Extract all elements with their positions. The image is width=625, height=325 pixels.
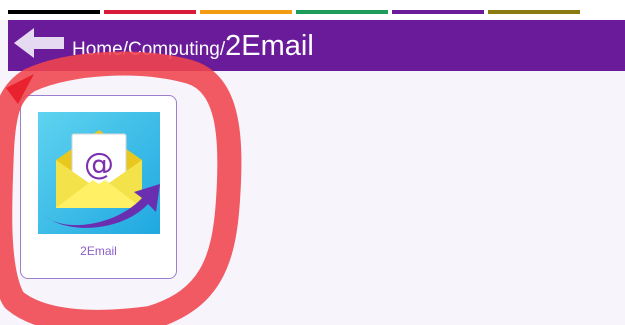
page: Home / Computing / 2Email @ 2Email bbox=[0, 0, 625, 325]
page-title: 2Email bbox=[225, 30, 314, 62]
svg-text:@: @ bbox=[84, 147, 114, 182]
strip-segment-green bbox=[296, 10, 388, 14]
breadcrumb-computing[interactable]: Computing bbox=[128, 39, 220, 61]
strip-segment-orange bbox=[200, 10, 292, 14]
app-tile-2email[interactable]: @ 2Email bbox=[20, 95, 177, 279]
email-envelope-icon: @ bbox=[38, 112, 160, 234]
color-strip bbox=[0, 0, 625, 20]
back-button[interactable] bbox=[8, 20, 70, 71]
header-bar: Home / Computing / 2Email bbox=[8, 20, 625, 71]
main-content: @ 2Email bbox=[8, 71, 625, 325]
breadcrumb: Home / Computing / 2Email bbox=[72, 30, 314, 63]
app-tile-label: 2Email bbox=[80, 244, 117, 258]
arrow-left-icon bbox=[12, 25, 66, 66]
strip-segment-olive bbox=[488, 10, 580, 14]
strip-segment-red bbox=[104, 10, 196, 14]
strip-segment-purple bbox=[392, 10, 484, 14]
breadcrumb-home[interactable]: Home bbox=[72, 39, 123, 61]
strip-segment-black bbox=[8, 10, 100, 14]
